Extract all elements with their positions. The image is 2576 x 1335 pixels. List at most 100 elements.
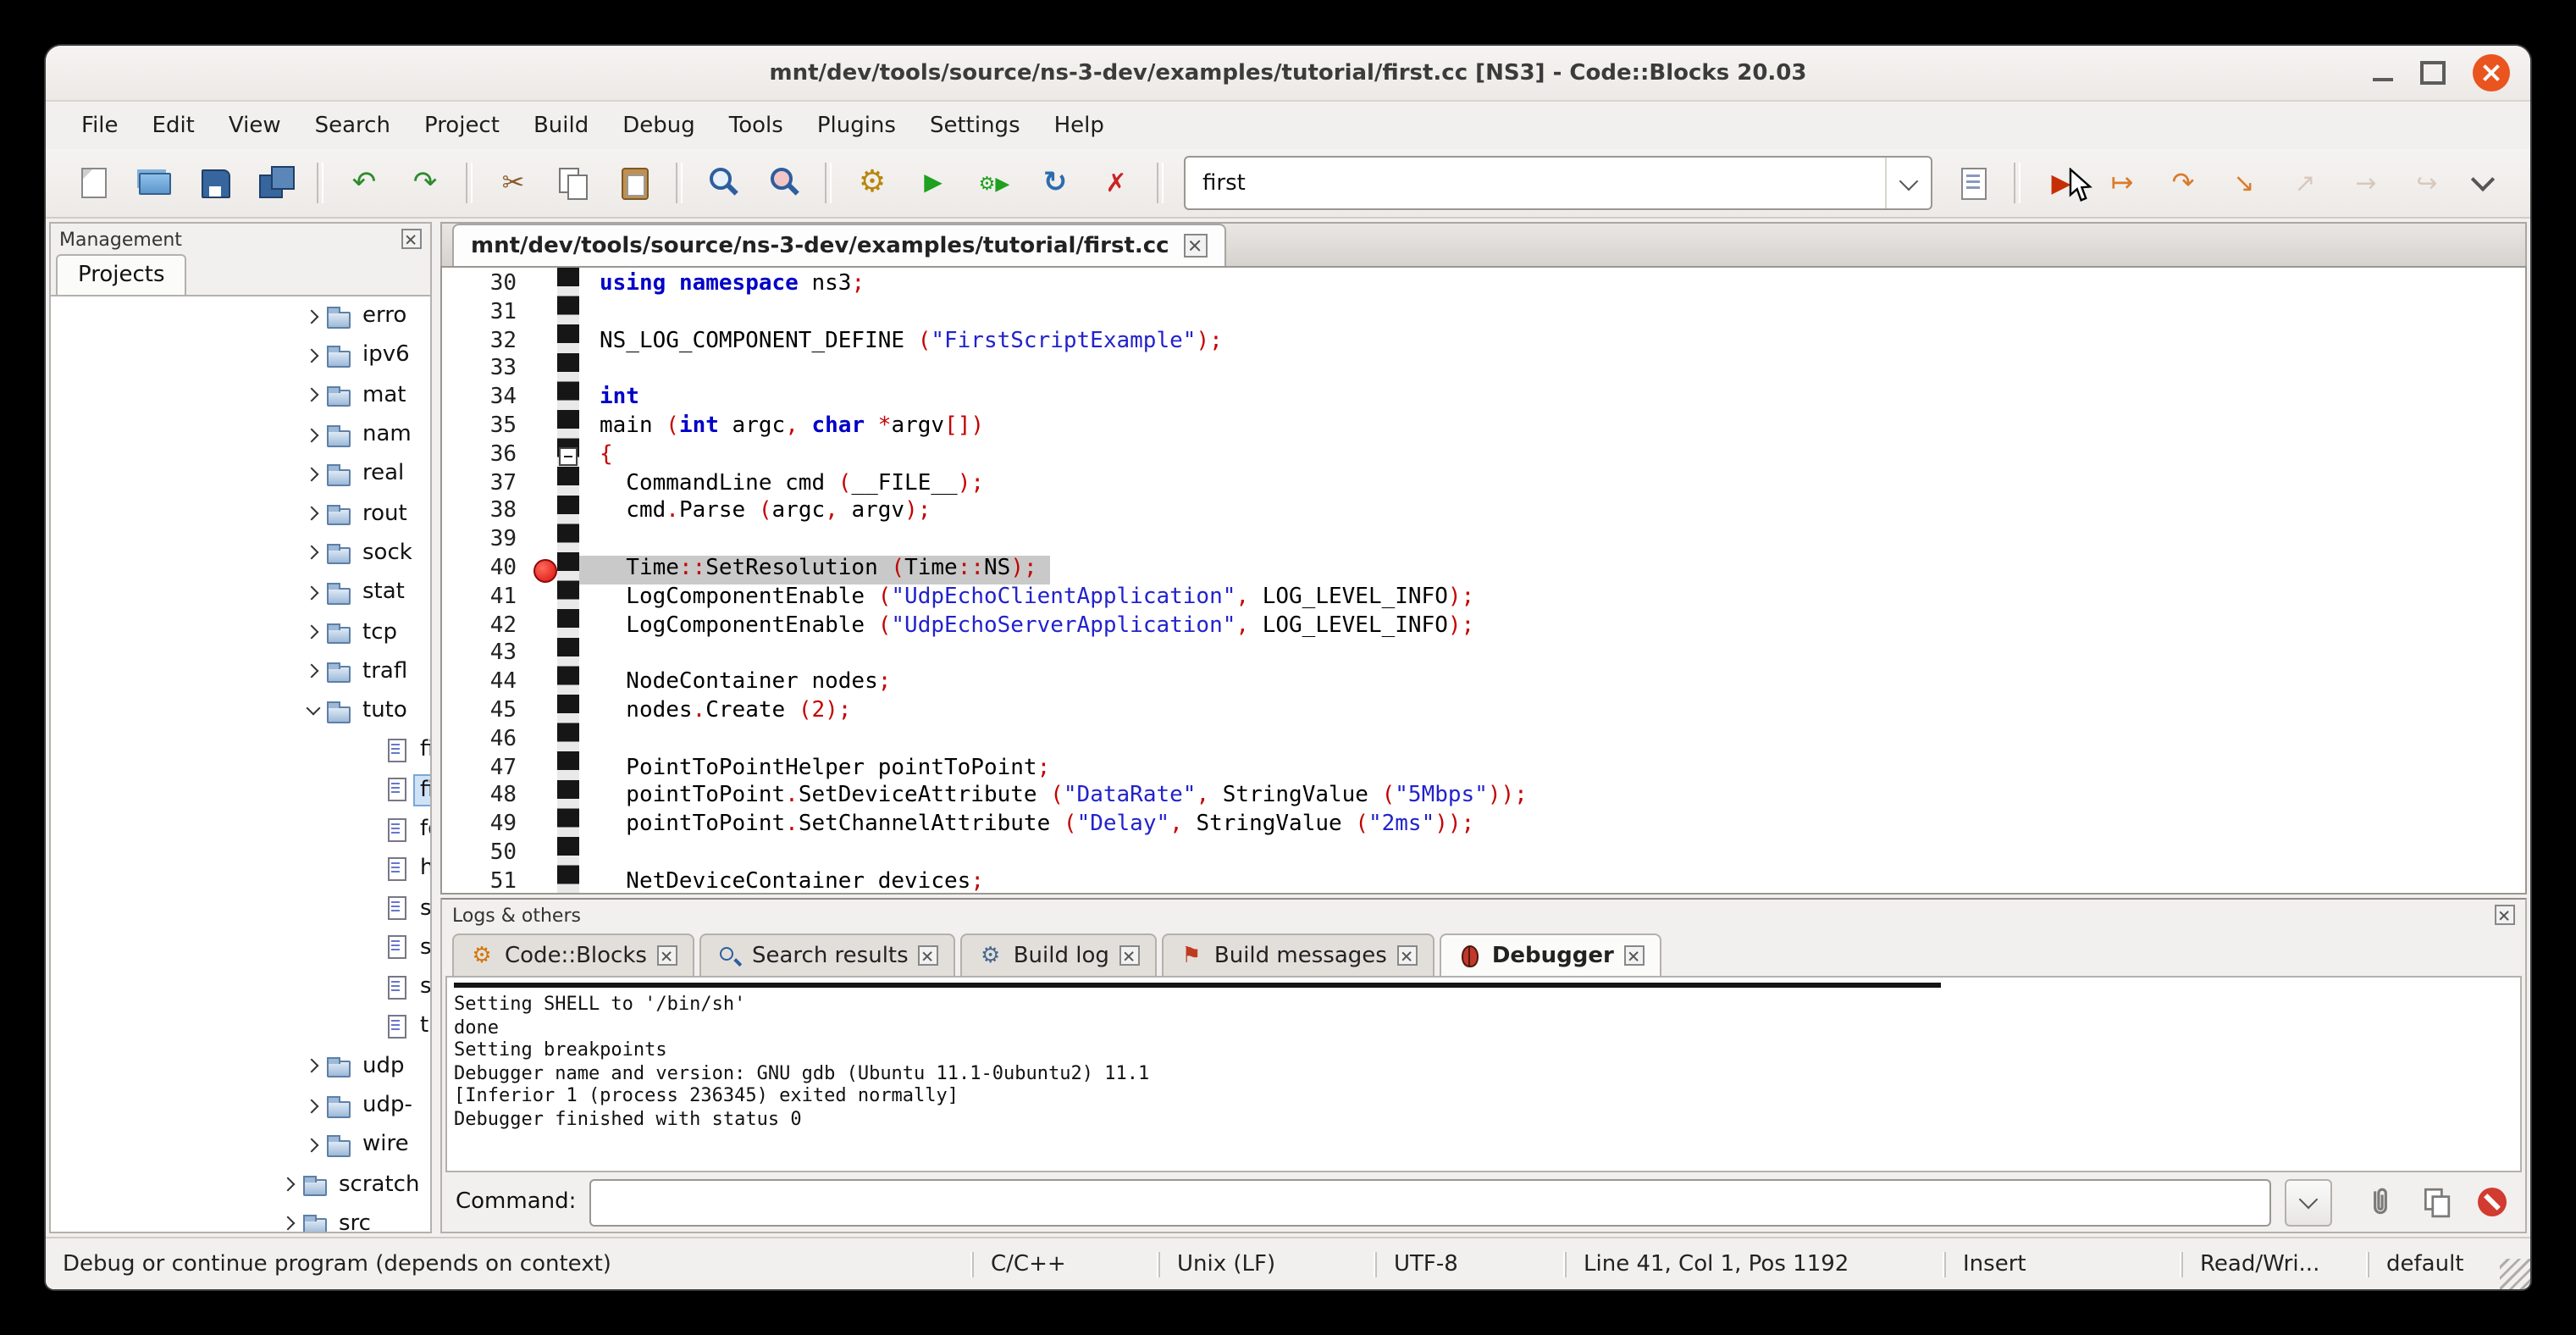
menu-project[interactable]: Project — [409, 108, 515, 143]
breakpoint-zone[interactable] — [533, 727, 557, 756]
run-icon[interactable]: ▶ — [908, 159, 959, 207]
menu-debug[interactable]: Debug — [607, 108, 710, 143]
breakpoint-zone[interactable] — [533, 470, 557, 499]
breakpoint-zone[interactable] — [533, 527, 557, 556]
menu-view[interactable]: View — [213, 108, 296, 143]
logs-tab-build-messages[interactable]: ⚑Build messages — [1162, 933, 1434, 976]
breakpoint-zone[interactable] — [533, 413, 557, 442]
tree-item-real-4[interactable]: real — [51, 454, 430, 494]
menu-build[interactable]: Build — [518, 108, 604, 143]
menu-search[interactable]: Search — [300, 108, 406, 143]
menu-edit[interactable]: Edit — [137, 108, 210, 143]
minimize-button[interactable] — [2373, 63, 2393, 83]
logs-tab-code-blocks[interactable]: ⚙Code::Blocks — [452, 933, 694, 976]
logs-tab-debugger[interactable]: Debugger — [1440, 933, 1661, 976]
chevron-right-icon[interactable] — [301, 463, 325, 486]
chevron-right-icon[interactable] — [301, 383, 325, 407]
line-number[interactable]: 31 — [442, 300, 533, 329]
tree-item-tuto-10[interactable]: tuto — [51, 691, 430, 731]
maximize-button[interactable] — [2420, 61, 2446, 85]
copy-log-button[interactable] — [2415, 1182, 2456, 1222]
line-number[interactable]: 51 — [442, 868, 533, 895]
breakpoint-zone[interactable] — [533, 784, 557, 812]
tree-item-ipv6-1[interactable]: ipv6 — [51, 336, 430, 376]
build-and-run-icon[interactable]: ⚙▶ — [969, 159, 1020, 207]
find-in-files-icon[interactable] — [759, 159, 810, 207]
breakpoint-zone[interactable] — [533, 868, 557, 895]
tree-item-si-17[interactable]: si — [51, 967, 430, 1007]
menu-settings[interactable]: Settings — [915, 108, 1036, 143]
line-number[interactable]: 43 — [442, 641, 533, 670]
chevron-right-icon[interactable] — [278, 1172, 301, 1196]
close-icon[interactable] — [1624, 945, 1645, 966]
redo-icon[interactable]: ↷ — [400, 159, 451, 207]
line-number[interactable]: 36 — [442, 442, 533, 471]
tree-item-udp-19[interactable]: udp — [51, 1046, 430, 1086]
undo-icon[interactable]: ↶ — [339, 159, 390, 207]
breakpoint-zone[interactable] — [533, 840, 557, 869]
tree-item-fo-13[interactable]: fo — [51, 810, 430, 850]
tree-item-wire-21[interactable]: wire — [51, 1125, 430, 1165]
tree-item-trafl-9[interactable]: trafl — [51, 651, 430, 691]
breakpoint-zone[interactable] — [533, 385, 557, 413]
breakpoint-zone[interactable] — [533, 271, 557, 300]
step-into-instruction-icon[interactable]: ↪ — [2402, 159, 2452, 207]
breakpoint-zone[interactable] — [533, 812, 557, 840]
code-editor[interactable]: 30using namespace ns3;3132NS_LOG_COMPONE… — [440, 266, 2527, 895]
breakpoint-zone[interactable] — [533, 641, 557, 670]
fold-marker[interactable] — [559, 447, 578, 466]
tree-item-mat-2[interactable]: mat — [51, 375, 430, 415]
line-number[interactable]: 48 — [442, 784, 533, 812]
attach-button[interactable] — [2359, 1182, 2400, 1222]
tree-item-fir-12[interactable]: fir — [51, 770, 430, 810]
close-icon[interactable] — [1119, 945, 1140, 966]
breakpoint-zone[interactable] — [533, 328, 557, 357]
cut-icon[interactable]: ✂ — [488, 159, 539, 207]
close-button[interactable] — [2473, 54, 2510, 91]
chevron-right-icon[interactable] — [301, 620, 325, 644]
line-number[interactable]: 45 — [442, 698, 533, 727]
tree-item-nam-3[interactable]: nam — [51, 415, 430, 455]
save-file-icon[interactable] — [190, 159, 240, 207]
chevron-down-icon[interactable] — [301, 699, 325, 723]
chevron-right-icon[interactable] — [278, 1212, 301, 1232]
command-input[interactable] — [591, 1180, 2269, 1224]
tree-item-tcp-8[interactable]: tcp — [51, 612, 430, 652]
logs-tab-build-log[interactable]: ⚙Build log — [961, 933, 1157, 976]
chevron-right-icon[interactable] — [301, 304, 325, 328]
breakpoint-zone[interactable] — [533, 612, 557, 641]
line-number[interactable]: 47 — [442, 755, 533, 784]
logs-tab-search-results[interactable]: Search results — [699, 933, 956, 976]
logs-close-icon[interactable] — [2495, 905, 2515, 925]
tree-item-udp-20[interactable]: udp- — [51, 1086, 430, 1126]
compile-current-file-icon[interactable] — [1948, 159, 1998, 207]
menu-plugins[interactable]: Plugins — [802, 108, 911, 143]
breakpoint-zone[interactable] — [533, 442, 557, 471]
tree-item-stat-7[interactable]: stat — [51, 573, 430, 612]
combo-dropdown-button[interactable] — [1885, 158, 1931, 208]
menu-file[interactable]: File — [66, 108, 134, 143]
debugger-output[interactable]: Setting SHELL to '/bin/sh'doneSetting br… — [445, 976, 2522, 1172]
breakpoint-marker[interactable] — [533, 556, 557, 584]
tree-item-fif-11[interactable]: fif — [51, 731, 430, 771]
tree-item-he-14[interactable]: he — [51, 849, 430, 889]
menu-help[interactable]: Help — [1039, 108, 1119, 143]
tab-projects[interactable]: Projects — [56, 254, 187, 295]
vertical-splitter[interactable] — [432, 222, 440, 1233]
breakpoint-zone[interactable] — [533, 698, 557, 727]
management-close-icon[interactable] — [401, 229, 422, 249]
title-bar[interactable]: mnt/dev/tools/source/ns-3-dev/examples/t… — [46, 46, 2530, 102]
tree-item-se-15[interactable]: se — [51, 889, 430, 928]
line-number[interactable]: 39 — [442, 527, 533, 556]
breakpoint-zone[interactable] — [533, 755, 557, 784]
chevron-right-icon[interactable] — [301, 423, 325, 446]
next-line-icon[interactable]: ↷ — [2158, 159, 2208, 207]
line-number[interactable]: 42 — [442, 612, 533, 641]
line-number[interactable]: 35 — [442, 413, 533, 442]
breakpoint-zone[interactable] — [533, 357, 557, 385]
chevron-right-icon[interactable] — [301, 580, 325, 604]
chevron-right-icon[interactable] — [301, 344, 325, 368]
toolbar-overflow-icon[interactable] — [2457, 159, 2508, 207]
rebuild-icon[interactable]: ↻ — [1030, 159, 1081, 207]
chevron-right-icon[interactable] — [301, 501, 325, 525]
